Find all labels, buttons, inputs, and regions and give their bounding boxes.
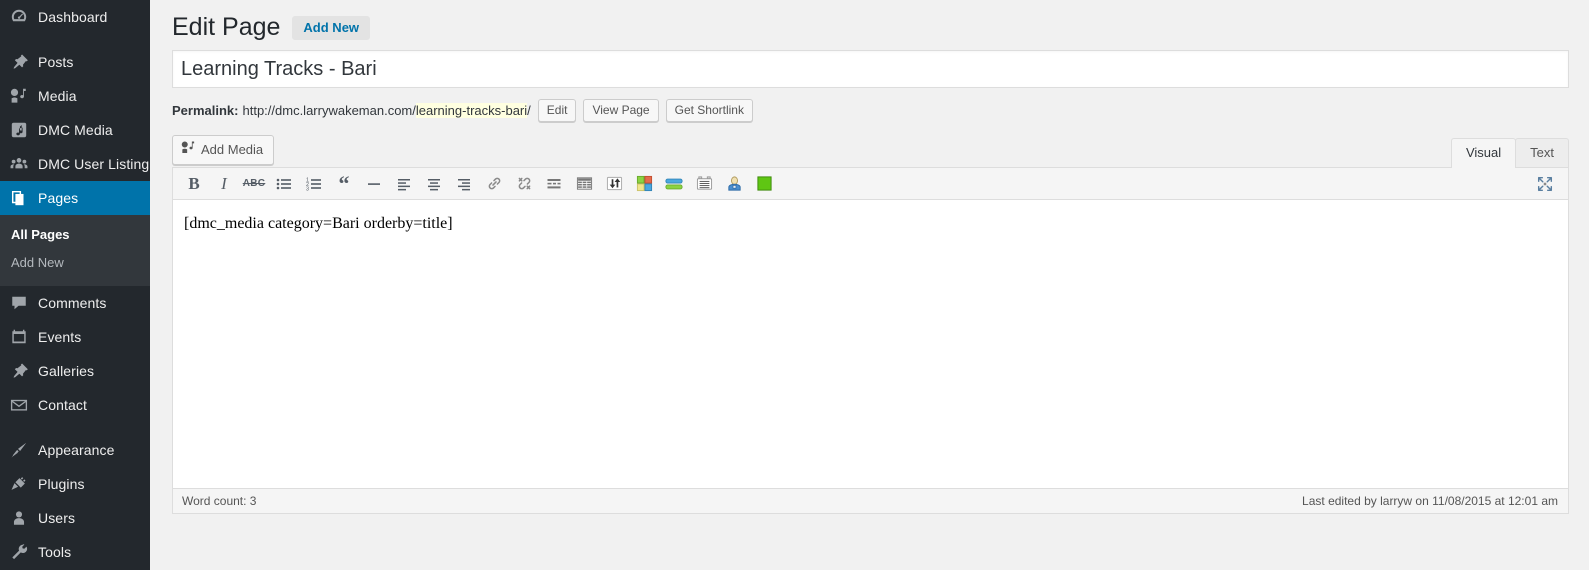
editor-mode-tabs: Visual Text [1450,138,1569,168]
strikethrough-icon[interactable]: ABC [241,171,267,197]
title-field-wrapper [172,50,1569,88]
sidebar-item-label: Contact [38,397,87,413]
sidebar-item-tools[interactable]: Tools [0,535,150,569]
sidebar-item-label: Pages [38,190,79,206]
sidebar-item-label: Media [38,88,77,104]
admin-sidebar: Dashboard Posts Media DMC Media DMC User… [0,0,150,570]
read-more-icon[interactable] [541,171,567,197]
blockquote-icon[interactable]: “ [331,171,357,197]
insert-link-icon[interactable] [481,171,507,197]
align-center-icon[interactable] [421,171,447,197]
permalink-label: Permalink: [172,102,239,118]
add-media-label: Add Media [201,141,264,157]
submenu-item-all-pages[interactable]: All Pages [0,221,150,249]
submenu-item-add-new[interactable]: Add New [0,249,150,277]
remove-link-icon[interactable] [511,171,537,197]
sidebar-item-label: Galleries [38,363,95,379]
music-note-icon [9,120,29,140]
sidebar-item-users[interactable]: Users [0,501,150,535]
permalink-base-url: http://dmc.larrywakeman.com/ [242,102,416,118]
sidebar-item-label: Comments [38,295,107,311]
sidebar-item-posts[interactable]: Posts [0,45,150,79]
main-content: Edit Page Add New Permalink: http://dmc.… [150,0,1589,570]
pages-submenu: All Pages Add New [0,215,150,286]
paintbrush-icon [9,440,29,460]
sidebar-item-label: Events [38,329,82,345]
editor-toolbar: B I ABC 123 “ [173,168,1568,200]
sidebar-item-events[interactable]: Events [0,320,150,354]
horizontal-rule-icon[interactable] [361,171,387,197]
sidebar-item-label: Appearance [38,442,115,458]
sidebar-item-label: Posts [38,54,74,70]
italic-icon[interactable]: I [211,171,237,197]
permalink-row: Permalink: http://dmc.larrywakeman.com/l… [172,98,1569,122]
color-grid-icon[interactable] [631,171,657,197]
document-lines-icon[interactable] [691,171,717,197]
sidebar-item-label: Users [38,510,76,526]
get-shortlink-button[interactable]: Get Shortlink [665,98,753,122]
fullscreen-icon[interactable] [1532,171,1558,197]
permalink-slug: learning-tracks-bari [415,102,528,118]
last-edited-info: Last edited by larryw on 11/08/2015 at 1… [1302,494,1558,508]
sidebar-item-media[interactable]: Media [0,79,150,113]
word-count: Word count: 3 [182,494,257,508]
user-badge-icon[interactable] [721,171,747,197]
editor-text-area[interactable]: [dmc_media category=Bari orderby=title] [173,200,1568,488]
editor-container: B I ABC 123 “ [dmc_media category=Bari o… [172,167,1569,514]
stacked-bars-icon[interactable] [661,171,687,197]
wrench-icon [9,542,29,562]
permalink-trailing-slash: / [527,102,531,118]
sidebar-item-appearance[interactable]: Appearance [0,433,150,467]
page-header: Edit Page Add New [172,0,1569,44]
wp-admin-screen: Dashboard Posts Media DMC Media DMC User… [0,0,1589,570]
table-icon[interactable] [571,171,597,197]
media-icon [9,86,29,106]
edit-permalink-button[interactable]: Edit [537,98,577,122]
bullet-list-icon[interactable] [271,171,297,197]
calendar-icon [9,327,29,347]
green-square-icon[interactable] [751,171,777,197]
users-group-icon [9,154,29,174]
pin-icon [9,361,29,381]
user-icon [9,508,29,528]
view-page-button[interactable]: View Page [583,98,659,122]
sort-order-icon[interactable] [601,171,627,197]
envelope-icon [9,395,29,415]
align-right-icon[interactable] [451,171,477,197]
align-left-icon[interactable] [391,171,417,197]
media-icon [181,140,196,159]
svg-text:3: 3 [306,186,309,192]
sidebar-item-label: Tools [38,544,72,560]
sidebar-item-plugins[interactable]: Plugins [0,467,150,501]
page-title-input[interactable] [172,50,1569,88]
sidebar-item-label: Plugins [38,476,85,492]
sidebar-item-label: DMC Media [38,122,113,138]
bold-icon[interactable]: B [181,171,207,197]
sidebar-item-pages[interactable]: Pages [0,181,150,215]
sidebar-separator [0,34,150,45]
tab-visual[interactable]: Visual [1450,138,1517,168]
dashboard-icon [9,7,29,27]
sidebar-item-contact[interactable]: Contact [0,388,150,422]
editor-paragraph: [dmc_media category=Bari orderby=title] [184,215,453,232]
sidebar-item-comments[interactable]: Comments [0,286,150,320]
editor-status-bar: Word count: 3 Last edited by larryw on 1… [173,488,1568,513]
sidebar-item-dmc-media[interactable]: DMC Media [0,113,150,147]
plug-icon [9,474,29,494]
sidebar-item-label: Dashboard [38,9,108,25]
sidebar-item-label: DMC User Listing [38,156,150,172]
add-media-button[interactable]: Add Media [172,135,275,165]
comment-icon [9,293,29,313]
add-new-button[interactable]: Add New [292,15,371,40]
pin-icon [9,52,29,72]
editor-tools-row: Add Media Visual Text [172,135,1569,168]
page-title: Edit Page [172,13,281,41]
numbered-list-icon[interactable]: 123 [301,171,327,197]
sidebar-item-dashboard[interactable]: Dashboard [0,0,150,34]
sidebar-item-galleries[interactable]: Galleries [0,354,150,388]
pages-icon [9,188,29,208]
tab-text[interactable]: Text [1515,138,1569,168]
sidebar-item-dmc-user-listing[interactable]: DMC User Listing [0,147,150,181]
sidebar-separator [0,422,150,433]
